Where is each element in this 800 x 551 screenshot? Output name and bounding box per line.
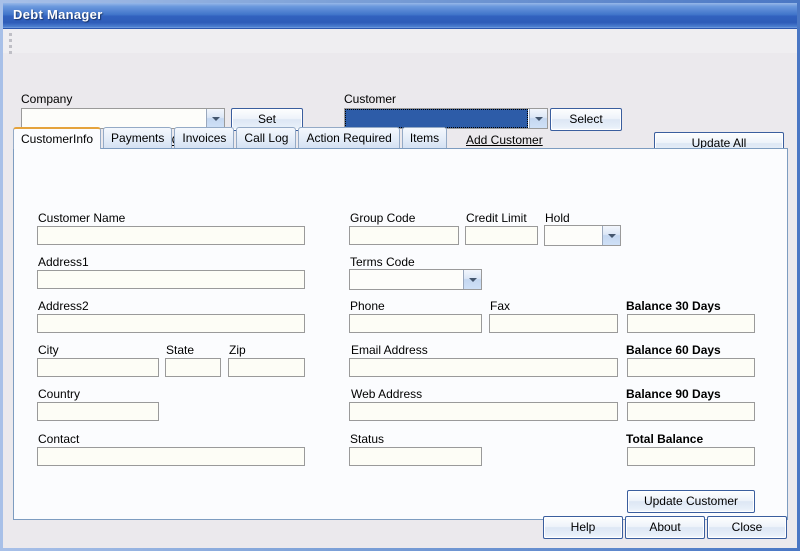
application-window: Debt Manager Company Set Add Company Cus… — [0, 0, 800, 551]
address2-label: Address2 — [38, 299, 89, 313]
customer-name-label: Customer Name — [38, 211, 126, 225]
close-button[interactable]: Close — [707, 516, 787, 539]
country-label: Country — [38, 387, 81, 401]
tab-items[interactable]: Items — [401, 127, 448, 149]
company-combobox-value — [22, 109, 205, 128]
tab-action-required[interactable]: Action Required — [298, 127, 400, 149]
hold-combobox-value — [545, 226, 601, 245]
help-button[interactable]: Help — [543, 516, 623, 539]
group-code-input[interactable] — [349, 226, 459, 245]
balance-30-label: Balance 30 Days — [626, 299, 721, 313]
status-label: Status — [350, 432, 385, 446]
credit-limit-label: Credit Limit — [466, 211, 527, 225]
balance-90-input[interactable] — [627, 402, 755, 421]
web-address-label: Web Address — [351, 387, 423, 401]
hold-combobox[interactable] — [544, 225, 621, 246]
address2-input[interactable] — [37, 314, 305, 333]
update-customer-button[interactable]: Update Customer — [627, 490, 755, 513]
terms-code-combobox-value — [350, 270, 462, 289]
customer-combobox-value — [345, 109, 528, 128]
tab-payments[interactable]: Payments — [103, 127, 173, 149]
contact-input[interactable] — [37, 447, 305, 466]
customer-label: Customer — [344, 92, 397, 106]
credit-limit-input[interactable] — [465, 226, 538, 245]
address1-label: Address1 — [38, 255, 89, 269]
customerinfo-panel: Customer Name Address1 Address2 City Sta… — [13, 148, 788, 520]
city-input[interactable] — [37, 358, 159, 377]
country-input[interactable] — [37, 402, 159, 421]
company-combobox[interactable] — [21, 108, 225, 129]
email-address-input[interactable] — [349, 358, 618, 377]
state-label: State — [166, 343, 195, 357]
state-input[interactable] — [165, 358, 221, 377]
total-balance-label: Total Balance — [626, 432, 704, 446]
phone-label: Phone — [350, 299, 385, 313]
address1-input[interactable] — [37, 270, 305, 289]
tab-invoices[interactable]: Invoices — [174, 127, 235, 149]
terms-code-combobox[interactable] — [349, 269, 482, 290]
toolbar-strip — [3, 29, 797, 54]
phone-input[interactable] — [349, 314, 482, 333]
fax-label: Fax — [490, 299, 511, 313]
title-bar: Debt Manager — [3, 3, 797, 29]
chevron-down-icon[interactable] — [463, 270, 481, 289]
email-address-label: Email Address — [351, 343, 428, 357]
total-balance-input[interactable] — [627, 447, 755, 466]
tab-strip: CustomerInfo Payments Invoices Call Log … — [13, 127, 788, 149]
fax-input[interactable] — [489, 314, 618, 333]
balance-30-input[interactable] — [627, 314, 755, 333]
tab-customerinfo[interactable]: CustomerInfo — [13, 127, 102, 149]
zip-label: Zip — [229, 343, 246, 357]
zip-input[interactable] — [228, 358, 305, 377]
status-input[interactable] — [349, 447, 482, 466]
client-area: Company Set Add Company Customer Select … — [3, 29, 797, 548]
about-button[interactable]: About — [625, 516, 705, 539]
company-label: Company — [21, 92, 73, 106]
balance-60-label: Balance 60 Days — [626, 343, 721, 357]
chevron-down-icon[interactable] — [529, 109, 547, 128]
web-address-input[interactable] — [349, 402, 618, 421]
customer-combobox[interactable] — [344, 108, 548, 129]
contact-label: Contact — [38, 432, 80, 446]
customer-name-input[interactable] — [37, 226, 305, 245]
balance-90-label: Balance 90 Days — [626, 387, 721, 401]
balance-60-input[interactable] — [627, 358, 755, 377]
terms-code-label: Terms Code — [350, 255, 415, 269]
chevron-down-icon[interactable] — [206, 109, 224, 128]
hold-label: Hold — [545, 211, 570, 225]
window-title: Debt Manager — [13, 7, 103, 22]
grip-handle-icon[interactable] — [9, 33, 13, 54]
group-code-label: Group Code — [350, 211, 416, 225]
tab-call-log[interactable]: Call Log — [236, 127, 297, 149]
city-label: City — [38, 343, 59, 357]
chevron-down-icon[interactable] — [602, 226, 620, 245]
